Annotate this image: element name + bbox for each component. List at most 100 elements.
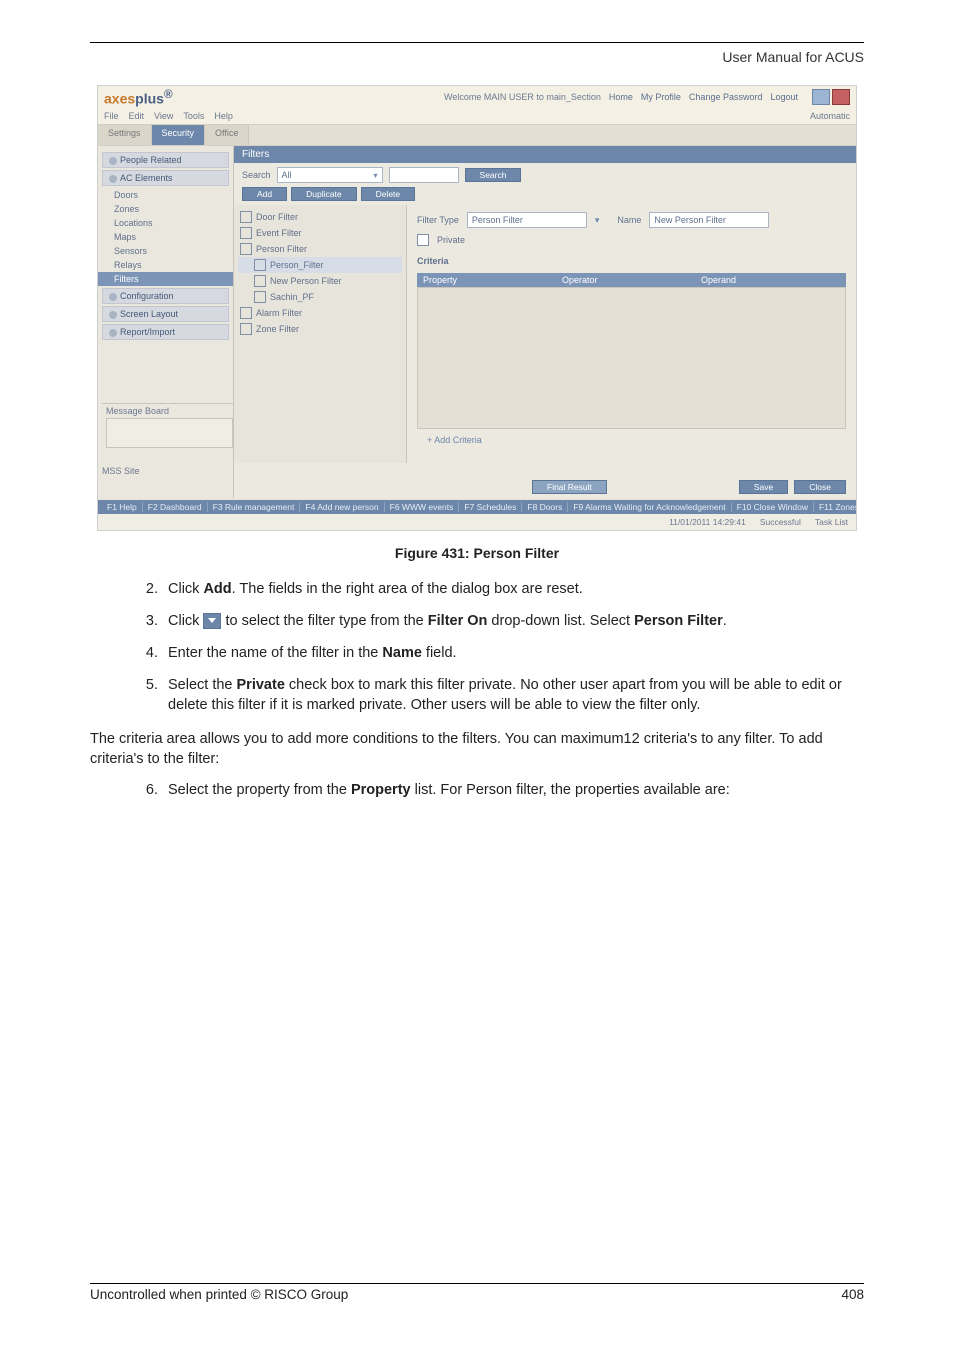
figure-caption: Figure 431: Person Filter [90,545,864,561]
close-button[interactable]: Close [794,480,846,494]
search-button[interactable]: Search [465,168,522,182]
col-operand: Operand [701,275,840,285]
message-board-label: Message Board [102,403,237,450]
logout-link[interactable]: Logout [770,92,798,102]
nav-relays[interactable]: Relays [98,258,233,272]
nav-filters[interactable]: Filters [98,272,233,286]
chevron-down-icon[interactable]: ▾ [595,215,600,226]
nav-zones[interactable]: Zones [98,202,233,216]
private-label: Private [437,235,465,245]
file-icon [254,275,266,287]
menu-edit[interactable]: Edit [129,111,145,121]
chevron-down-icon [109,311,117,319]
fkey-f7[interactable]: F7 Schedules [459,502,522,512]
tab-office[interactable]: Office [205,125,249,145]
tree-event-filter[interactable]: Event Filter [238,225,402,241]
add-criteria-link[interactable]: + Add Criteria [417,429,846,451]
col-property: Property [423,275,562,285]
duplicate-button[interactable]: Duplicate [291,187,356,201]
fkey-f11[interactable]: F11 Zones [814,502,856,512]
chevron-down-icon [109,329,117,337]
name-field[interactable]: New Person Filter [649,212,769,228]
tab-settings[interactable]: Settings [98,125,152,145]
site-label[interactable]: MSS Site [102,466,140,476]
automatic-label: Automatic [810,111,850,121]
fkey-f8[interactable]: F8 Doors [522,502,568,512]
filter-form: Filter Type Person Filter ▾ Name New Per… [407,205,856,463]
nav-ac-elements[interactable]: AC Elements [102,170,229,186]
filters-tree: Door Filter Event Filter Person Filter P… [234,205,407,463]
fkey-f1[interactable]: F1 Help [102,502,143,512]
step-3: Click to select the filter type from the… [162,611,864,631]
minimize-icon[interactable] [812,89,830,105]
event-icon [240,227,252,239]
fkey-f4[interactable]: F4 Add new person [300,502,384,512]
steps-list: Click Add. The fields in the right area … [162,579,864,715]
nav-sensors[interactable]: Sensors [98,244,233,258]
chevron-down-icon [109,157,117,165]
message-board-box[interactable] [106,418,233,448]
panel-title: Filters [234,146,856,163]
tree-zone-filter[interactable]: Zone Filter [238,321,402,337]
welcome-text: Welcome MAIN USER to main_Section [444,92,601,102]
menu-tools[interactable]: Tools [183,111,204,121]
footer-pagenum: 408 [841,1287,864,1302]
name-label: Name [617,215,641,225]
menu-file[interactable]: File [104,111,119,121]
col-operator: Operator [562,275,701,285]
step-4: Enter the name of the filter in the Name… [162,643,864,663]
step-6: Select the property from the Property li… [162,780,864,800]
change-password-link[interactable]: Change Password [689,92,763,102]
status-timestamp: 11/01/2011 14:29:41 [669,517,746,527]
nav-report-import[interactable]: Report/Import [102,324,229,340]
add-button[interactable]: Add [242,187,287,201]
footer-rule [90,1283,864,1284]
final-result-button[interactable]: Final Result [532,480,607,494]
fkey-f10[interactable]: F10 Close Window [732,502,814,512]
tree-person-filter[interactable]: Person Filter [238,241,402,257]
tree-sachin-pf[interactable]: Sachin_PF [238,289,402,305]
fkey-f9[interactable]: F9 Alarms Waiting for Acknowledgement [568,502,731,512]
menu-view[interactable]: View [154,111,173,121]
nav-maps[interactable]: Maps [98,230,233,244]
chevron-up-icon [109,175,117,183]
alarm-icon [240,307,252,319]
home-link[interactable]: Home [609,92,633,102]
status-task-list[interactable]: Task List [815,517,848,527]
chevron-down-icon: ▾ [374,171,378,180]
tab-security[interactable]: Security [152,125,206,145]
nav-screen-layout[interactable]: Screen Layout [102,306,229,322]
fkey-f2[interactable]: F2 Dashboard [143,502,208,512]
status-successful: Successful [760,517,801,527]
fkey-f6[interactable]: F6 WWW events [385,502,460,512]
filter-type-value: Person Filter [467,212,587,228]
nav-configuration[interactable]: Configuration [102,288,229,304]
door-icon [240,211,252,223]
step-5: Select the Private check box to mark thi… [162,675,864,715]
filter-type-label: Filter Type [417,215,459,225]
nav-doors[interactable]: Doors [98,188,233,202]
search-scope-dropdown[interactable]: All ▾ [277,167,383,183]
save-button[interactable]: Save [739,480,788,494]
my-profile-link[interactable]: My Profile [641,92,681,102]
footer-left: Uncontrolled when printed © RISCO Group [90,1287,348,1302]
app-logo: axesplus® [104,88,173,107]
nav-people-related[interactable]: People Related [102,152,229,168]
menu-help[interactable]: Help [214,111,233,121]
tree-new-person-filter[interactable]: New Person Filter [238,273,402,289]
person-icon [240,243,252,255]
tree-alarm-filter[interactable]: Alarm Filter [238,305,402,321]
zone-icon [240,323,252,335]
step-2: Click Add. The fields in the right area … [162,579,864,599]
fkey-f3[interactable]: F3 Rule management [208,502,301,512]
search-input[interactable] [389,167,459,183]
delete-button[interactable]: Delete [361,187,416,201]
nav-sidebar: People Related AC Elements Doors Zones L… [98,146,234,498]
tree-door-filter[interactable]: Door Filter [238,209,402,225]
screenshot-window: axesplus® Welcome MAIN USER to main_Sect… [97,85,857,531]
nav-locations[interactable]: Locations [98,216,233,230]
tree-person-filter-item[interactable]: Person_Filter [238,257,402,273]
criteria-grid[interactable] [417,287,846,429]
close-icon[interactable] [832,89,850,105]
private-checkbox[interactable] [417,234,429,246]
